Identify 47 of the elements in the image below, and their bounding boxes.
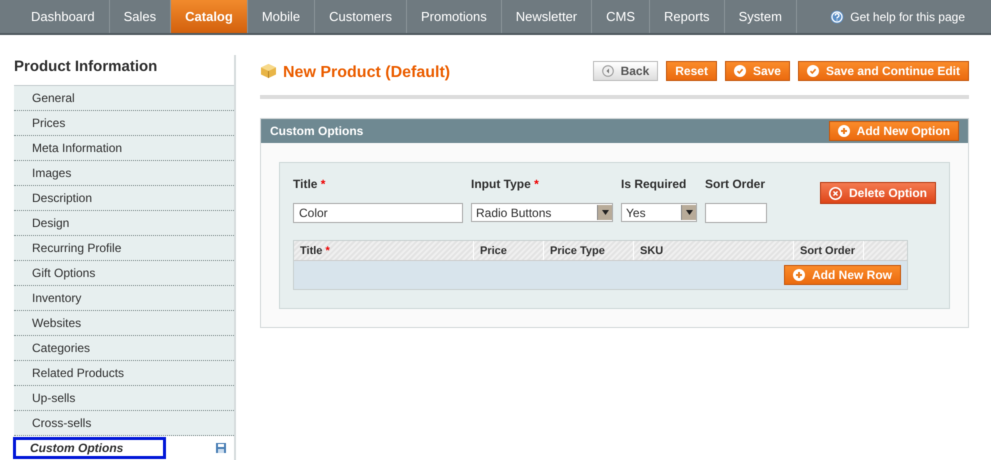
sidebar-item[interactable]: Websites bbox=[32, 316, 82, 330]
nav-tab[interactable]: Reports bbox=[650, 0, 725, 33]
column-header: Sort Order bbox=[794, 241, 864, 260]
sidebar-item[interactable]: Description bbox=[32, 191, 92, 205]
nav-tab[interactable]: Promotions bbox=[406, 0, 502, 33]
sidebar-item[interactable]: Custom Options bbox=[16, 440, 164, 456]
nav-tab[interactable]: Newsletter bbox=[502, 0, 592, 33]
field-label: Input Type * bbox=[471, 177, 540, 191]
sidebar-item[interactable]: Prices bbox=[32, 116, 66, 130]
close-icon bbox=[828, 186, 842, 200]
column-header: Title * bbox=[294, 241, 474, 260]
sidebar-item[interactable]: Images bbox=[32, 166, 72, 180]
text-field[interactable] bbox=[705, 203, 767, 223]
sidebar-item[interactable]: Gift Options bbox=[32, 266, 96, 280]
column-header: Price bbox=[474, 241, 544, 260]
column-header: Price Type bbox=[544, 241, 634, 260]
dropdown-arrow-icon bbox=[602, 210, 608, 215]
sidebar-item[interactable]: Inventory bbox=[32, 291, 82, 305]
help-link[interactable]: Get help for this page bbox=[850, 10, 965, 24]
nav-tab[interactable]: CMS bbox=[592, 0, 650, 33]
field-label: Sort Order bbox=[705, 177, 766, 191]
sidebar-item[interactable]: Categories bbox=[32, 341, 90, 355]
plus-icon bbox=[793, 269, 805, 281]
page-title: New Product (Default) bbox=[283, 64, 450, 82]
field-label: Is Required bbox=[621, 177, 688, 191]
nav-tab[interactable]: Dashboard bbox=[17, 0, 110, 33]
text-field[interactable]: Color bbox=[293, 203, 463, 223]
sidebar-item[interactable]: Cross-sells bbox=[32, 416, 92, 430]
help-icon bbox=[830, 10, 844, 24]
checkmark-icon bbox=[806, 65, 819, 77]
nav-tab[interactable]: Mobile bbox=[248, 0, 316, 33]
section-title: Custom Options bbox=[270, 124, 364, 138]
nav-tab[interactable]: System bbox=[724, 0, 797, 33]
box-icon bbox=[260, 63, 277, 79]
save-icon bbox=[216, 443, 226, 453]
plus-icon bbox=[838, 125, 850, 137]
dropdown-arrow-icon bbox=[686, 210, 692, 215]
sidebar-item[interactable]: General bbox=[32, 91, 75, 105]
checkmark-icon bbox=[734, 65, 746, 77]
select-field[interactable]: Yes bbox=[621, 203, 697, 222]
sidebar-item[interactable]: Design bbox=[32, 216, 70, 230]
sidebar-item[interactable]: Up-sells bbox=[32, 391, 76, 405]
action-button[interactable]: Back bbox=[592, 61, 658, 81]
column-header: SKU bbox=[634, 241, 794, 260]
field-label: Title * bbox=[293, 177, 326, 191]
select-field[interactable]: Radio Buttons bbox=[471, 203, 613, 222]
nav-tab[interactable]: Customers bbox=[315, 0, 407, 33]
